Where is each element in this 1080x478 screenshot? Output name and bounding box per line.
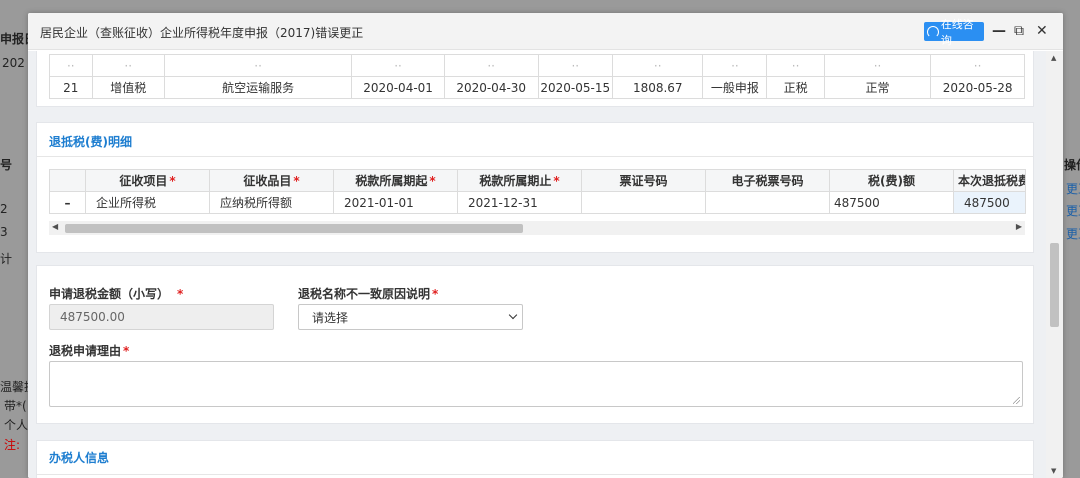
refund-form-panel: 申请退税金额（小写） * 487500.00 退税名称不一致原因说明 * 请选择 退… [36,265,1034,424]
agent-info-panel: 办税人信息 [36,440,1034,478]
cell-ticket[interactable] [581,191,706,214]
bg-star-note: 带*( [4,399,27,413]
cell-cut: ·· [49,54,93,77]
modal-vscroll[interactable]: ▲ ▼ [1046,51,1063,478]
cell-cut: ·· [766,54,825,77]
cell-amount: 487500 [829,191,954,214]
cell-item: 应纳税所得额 [209,191,334,214]
cell-status: 正常 [823,76,932,99]
refund-reason-textarea[interactable] [49,361,1023,407]
refund-reason-label: 退税申请理由 * [49,344,130,358]
scroll-right-icon[interactable]: ▶ [1016,222,1022,231]
cell-cut: ·· [351,54,445,77]
hscroll-thumb[interactable] [65,224,523,233]
col-action [49,169,86,192]
headset-icon [927,25,939,38]
agent-info-title: 办税人信息 [49,451,110,465]
correction-modal: 居民企业（查账征收）企业所得税年度申报（2017)错误更正 在线咨询 — ⧉ ✕… [28,13,1063,478]
cell-pay-date: 2020-05-28 [930,76,1025,99]
resize-handle-icon[interactable] [1013,397,1020,404]
bg-total: 计 [0,252,13,266]
cell-no: 21 [49,76,93,99]
cell-cut: ·· [930,54,1025,77]
refund-detail-title: 退抵税(费)明细 [49,135,132,149]
cell-amount: 1808.67 [612,76,704,99]
close-icon[interactable]: ✕ [1036,23,1048,39]
cell-item: 航空运输服务 [163,76,353,99]
bg-personal: 个人 [4,418,29,432]
tax-record-table: ·· ·· ·· ·· ·· ·· ·· ·· ·· ·· ·· 21 增值税 … [49,54,1025,99]
col-ticket: 票证号码 [581,169,706,192]
col-item: 征收品目 * [209,169,334,192]
bg-row-3: 3 [0,225,8,239]
vscroll-thumb[interactable] [1050,243,1059,327]
cell-start: 2021-01-01 [333,191,458,214]
cell-project: 企业所得税 [85,191,210,214]
minimize-icon[interactable]: — [992,23,1006,39]
refund-header-row: 征收项目 * 征收品目 * 税款所属期起 * 税款所属期止 * 票证号码 电子税票号码 … [49,169,1026,192]
modal-body: ·· ·· ·· ·· ·· ·· ·· ·· ·· ·· ·· 21 增值税 … [28,51,1046,478]
reason-name-select[interactable]: 请选择 [298,304,523,330]
cell-cut: ·· [537,54,614,77]
cell-tax: 增值税 [91,76,165,99]
cell-cut: ·· [823,54,932,77]
scroll-down-icon[interactable]: ▼ [1051,467,1056,475]
remove-row-button[interactable]: – [49,191,86,214]
bg-note: 注: [4,438,21,452]
table-row: ·· ·· ·· ·· ·· ·· ·· ·· ·· ·· ·· [49,54,1025,77]
col-refund: 本次退抵税费 [953,169,1026,192]
online-consult-label: 在线咨询 [940,17,974,47]
maximize-icon[interactable]: ⧉ [1014,23,1024,39]
cell-cut: ·· [91,54,165,77]
scroll-left-icon[interactable]: ◀ [52,222,58,231]
cell-eticket[interactable] [705,191,830,214]
reason-name-label: 退税名称不一致原因说明 * [298,287,439,301]
col-start: 税款所属期起 * [333,169,458,192]
modal-title: 居民企业（查账征收）企业所得税年度申报（2017)错误更正 [40,26,364,40]
scroll-up-icon[interactable]: ▲ [1051,54,1056,62]
col-eticket: 电子税票号码 [705,169,830,192]
bg-year: 202 [2,56,25,70]
bg-correct-link-1[interactable]: 更正 [1066,180,1080,197]
bg-col-action: 操作 [1064,158,1080,172]
online-consult-button[interactable]: 在线咨询 [924,18,984,47]
bg-correct-link-3[interactable]: 更正 [1066,225,1080,242]
reason-name-value: 请选择 [312,310,349,325]
tax-record-panel: ·· ·· ·· ·· ·· ·· ·· ·· ·· ·· ·· 21 增值税 … [36,51,1034,107]
cell-cut: ·· [443,54,539,77]
refund-amount-field: 487500.00 [49,304,274,330]
col-amount: 税(费)额 [829,169,954,192]
cell-end: 2020-04-30 [443,76,539,99]
modal-header: 居民企业（查账征收）企业所得税年度申报（2017)错误更正 在线咨询 — ⧉ ✕ [28,13,1063,50]
cell-type: 一般申报 [702,76,768,99]
refund-table: 征收项目 * 征收品目 * 税款所属期起 * 税款所属期止 * 票证号码 电子税票号码 … [49,169,1026,214]
cell-cut: ·· [612,54,704,77]
refund-amount-label: 申请退税金额（小写） * [49,287,184,301]
col-project: 征收项目 * [85,169,210,192]
col-end: 税款所属期止 * [457,169,582,192]
cell-kind: 正税 [766,76,825,99]
refund-table-hscroll[interactable]: ◀ ▶ [49,221,1025,235]
cell-start: 2020-04-01 [351,76,445,99]
cell-cut: ·· [163,54,353,77]
bg-col-number: 号 [0,158,13,172]
table-row: 21 增值税 航空运输服务 2020-04-01 2020-04-30 2020… [49,76,1025,99]
cell-cut: ·· [702,54,768,77]
chevron-down-icon [508,310,518,320]
cell-refund[interactable]: 487500 [953,191,1026,214]
bg-row-2: 2 [0,202,8,216]
bg-correct-link-2[interactable]: 更正 [1066,202,1080,219]
refund-detail-panel: 退抵税(费)明细 征收项目 * 征收品目 * 税款所属期起 * 税款所属期止 * 票证号… [36,122,1034,253]
cell-date: 2020-05-15 [537,76,614,99]
table-row: – 企业所得税 应纳税所得额 2021-01-01 2021-12-31 487… [49,191,1026,214]
cell-end: 2021-12-31 [457,191,582,214]
